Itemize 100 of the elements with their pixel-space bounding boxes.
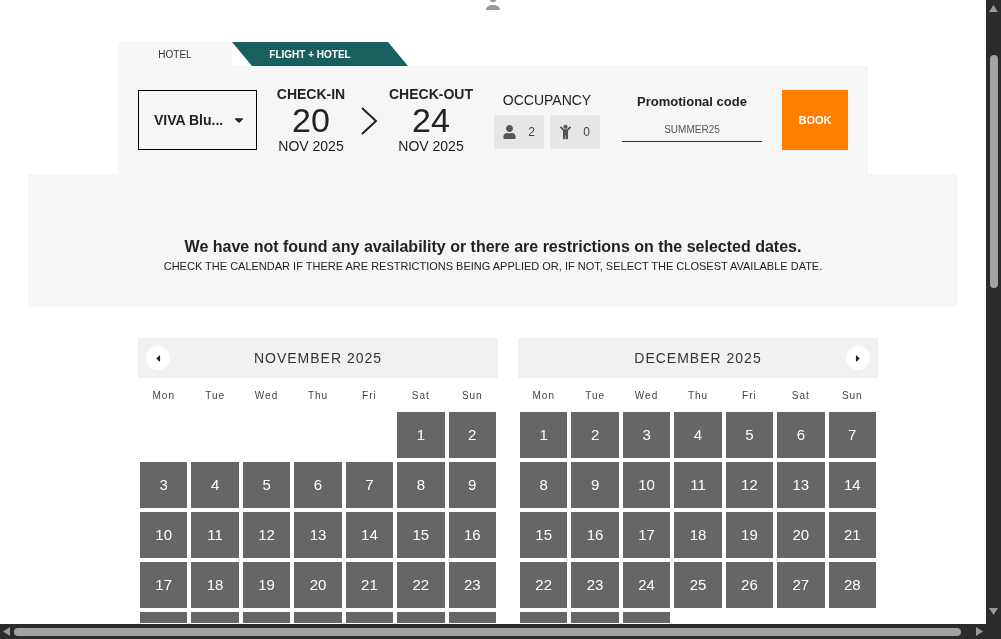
guest-count-button[interactable]: 2 (494, 114, 544, 149)
calendar-day[interactable] (448, 612, 496, 623)
tab[interactable]: FLIGHT + HOTEL (232, 42, 408, 66)
calendar-day[interactable]: 26 (725, 562, 774, 608)
promo-code-label: Promotional code (637, 94, 747, 110)
weekday-label: Fri (362, 389, 377, 403)
calendar-day[interactable]: 5 (242, 462, 291, 508)
weekday-label: Sat (411, 389, 430, 403)
caret-right-icon (854, 352, 862, 364)
calendar-day[interactable]: 7 (828, 412, 876, 458)
calendar-day[interactable]: 15 (520, 512, 568, 558)
calendar-day[interactable]: 11 (191, 512, 239, 558)
previous-month-button[interactable] (146, 346, 170, 370)
calendar-day[interactable] (140, 612, 188, 623)
calendar-day[interactable] (622, 612, 671, 623)
calendar-day[interactable]: 21 (345, 562, 394, 608)
calendar-day[interactable]: 2 (448, 412, 496, 458)
calendar-day[interactable]: 16 (448, 512, 496, 558)
calendar-day[interactable]: 4 (191, 462, 239, 508)
calendar-day[interactable]: 23 (571, 562, 619, 608)
calendar-day[interactable]: 20 (777, 512, 825, 558)
scrollbar-thumb[interactable] (14, 627, 961, 636)
chevron-right-icon (360, 107, 378, 135)
calendar-day[interactable]: 24 (622, 562, 671, 608)
calendar-day[interactable]: 9 (571, 462, 619, 508)
calendar-day[interactable]: 21 (828, 512, 876, 558)
weekday-label: Mon (532, 389, 555, 403)
calendar-day[interactable]: 13 (777, 462, 825, 508)
calendar-day[interactable]: 14 (828, 462, 876, 508)
calendar-day[interactable]: 17 (622, 512, 671, 558)
person-icon (503, 124, 517, 139)
calendar-day[interactable]: 25 (674, 562, 722, 608)
child-icon (560, 123, 572, 140)
calendar-day[interactable]: 2 (571, 412, 619, 458)
user-icon[interactable] (485, 0, 501, 10)
calendar-day[interactable]: 18 (674, 512, 722, 558)
scroll-down-icon[interactable] (989, 608, 998, 615)
calendar-day[interactable]: 4 (674, 412, 722, 458)
calendar-day[interactable]: 12 (725, 462, 774, 508)
calendar-day[interactable]: 28 (828, 562, 876, 608)
weekday-label: Tue (585, 389, 606, 403)
notice-title: We have not found any availability or there are restrictions on the selected dates. (184, 237, 802, 257)
date-day: 20 (292, 102, 330, 138)
scroll-left-icon[interactable] (3, 627, 10, 636)
weekday-label: Sat (791, 389, 810, 403)
calendar-day[interactable]: 16 (571, 512, 619, 558)
weekday-label: Tue (205, 389, 226, 403)
calendar-day[interactable]: 13 (294, 512, 342, 558)
hotel-select[interactable]: VIVA Blu... (138, 90, 257, 150)
calendar-day[interactable]: 12 (242, 512, 291, 558)
calendar-day[interactable]: 10 (622, 462, 671, 508)
weekday-label: Wed (254, 389, 279, 403)
tab[interactable]: HOTEL (118, 42, 232, 66)
calendar-day[interactable]: 1 (397, 412, 445, 458)
calendar-day[interactable]: 27 (777, 562, 825, 608)
calendar-day[interactable] (520, 612, 568, 623)
weekday-label: Sun (841, 389, 863, 403)
calendar-day[interactable]: 19 (242, 562, 291, 608)
month-title: DECEMBER 2025 (634, 348, 762, 368)
scroll-right-icon[interactable] (976, 627, 983, 636)
occupancy-label: OCCUPANCY (502, 91, 592, 108)
weekday-label: Thu (687, 389, 709, 403)
calendar-day[interactable]: 7 (345, 462, 394, 508)
calendar-day[interactable]: 6 (777, 412, 825, 458)
calendar-day[interactable]: 18 (191, 562, 239, 608)
scrollbar-thumb[interactable] (989, 55, 998, 288)
calendar-day[interactable] (345, 612, 394, 623)
calendar-day[interactable]: 22 (520, 562, 568, 608)
hotel-select-value: VIVA Blu... (154, 110, 224, 130)
date-label: CHECK-OUT (389, 86, 473, 102)
calendar-day[interactable]: 15 (397, 512, 445, 558)
calendar-day[interactable]: 11 (674, 462, 722, 508)
date-label: CHECK-IN (276, 86, 346, 102)
promo-code-field[interactable]: SUMMER25 (622, 118, 762, 142)
weekday-label: Wed (634, 389, 659, 403)
calendar-day[interactable]: 3 (140, 462, 188, 508)
weekday-label: Mon (152, 389, 175, 403)
calendar-day[interactable]: 22 (397, 562, 445, 608)
month-title: NOVEMBER 2025 (253, 348, 383, 368)
calendar-day[interactable]: 14 (345, 512, 394, 558)
guest-count-button[interactable]: 0 (550, 114, 600, 149)
notice-message: CHECK THE CALENDAR IF THERE ARE RESTRICTIONS BEING APPLIED OR, IF NOT, SELECT THE CLOSEST AVAILABLE DATE. (163, 259, 823, 273)
calendar-day[interactable]: 3 (622, 412, 671, 458)
calendar-day[interactable]: 10 (140, 512, 188, 558)
scroll-up-icon[interactable] (989, 5, 998, 12)
caret-left-icon (154, 352, 162, 364)
calendar-day[interactable]: 1 (520, 412, 568, 458)
weekday-label: Fri (742, 389, 757, 403)
date-day: 24 (412, 102, 450, 138)
calendar-day[interactable]: 19 (725, 512, 774, 558)
calendar-day[interactable]: 8 (520, 462, 568, 508)
calendar-day[interactable]: 20 (294, 562, 342, 608)
calendar-day[interactable]: 23 (448, 562, 496, 608)
calendar-day[interactable]: 6 (294, 462, 342, 508)
calendar-day[interactable]: 17 (140, 562, 188, 608)
calendar-day[interactable]: 9 (448, 462, 496, 508)
calendar-day[interactable]: 8 (397, 462, 445, 508)
next-month-button[interactable] (846, 346, 870, 370)
calendar-day[interactable] (242, 612, 291, 623)
calendar-day[interactable]: 5 (725, 412, 774, 458)
